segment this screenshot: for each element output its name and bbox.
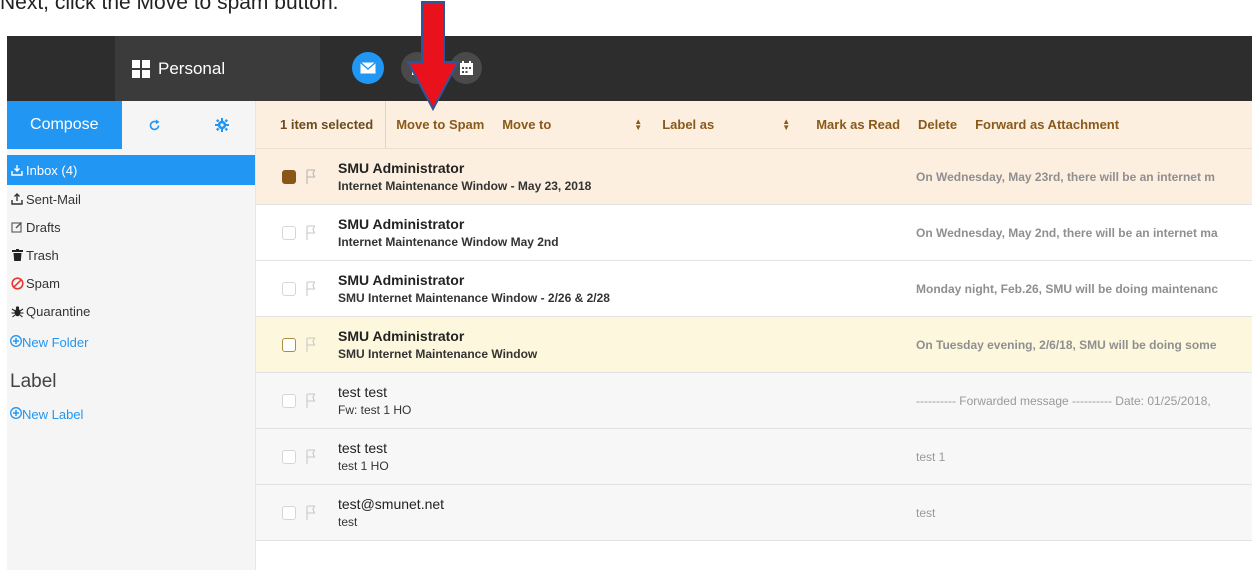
account-switcher[interactable]: Personal <box>115 36 320 101</box>
flag-icon[interactable] <box>306 505 316 521</box>
move-to-select[interactable]: Move to ▲ ▼ <box>502 101 642 149</box>
updown-arrow-icon: ▲ ▼ <box>782 116 791 132</box>
folder-drafts[interactable]: Drafts <box>7 213 255 241</box>
message-subject: Internet Maintenance Window - May 23, 20… <box>338 179 592 193</box>
delete-button[interactable]: Delete <box>900 101 957 149</box>
message-checkbox[interactable] <box>282 450 296 464</box>
message-subject: SMU Internet Maintenance Window - 2/26 &… <box>338 291 610 305</box>
label-as-label: Label as <box>662 117 715 132</box>
new-folder-label: New Folder <box>22 334 89 350</box>
sent-icon <box>10 193 24 205</box>
folder-inbox[interactable]: Inbox (4) <box>7 155 255 185</box>
account-label: Personal <box>158 58 226 78</box>
message-sender: SMU Administrator <box>338 216 465 232</box>
spam-icon <box>10 276 24 290</box>
red-arrow-annotation <box>406 1 460 112</box>
folder-label: Trash <box>26 247 59 263</box>
message-subject: test <box>338 515 358 529</box>
flag-icon[interactable] <box>306 393 316 409</box>
folder-label: Spam <box>26 275 60 291</box>
flag-icon[interactable] <box>306 225 316 241</box>
message-sender: SMU Administrator <box>338 328 465 344</box>
message-sender: SMU Administrator <box>338 272 465 288</box>
refresh-icon <box>150 119 160 130</box>
compose-button[interactable]: Compose <box>7 101 122 149</box>
message-row[interactable]: SMU Administrator Internet Maintenance W… <box>256 205 1252 261</box>
drafts-icon <box>10 221 24 233</box>
message-preview: On Wednesday, May 23rd, there will be an… <box>916 170 1215 184</box>
folder-spam[interactable]: Spam <box>7 269 255 297</box>
sidebar-toolbar: Compose <box>7 101 255 149</box>
message-list: SMU Administrator Internet Maintenance W… <box>256 149 1252 541</box>
calendar-icon <box>459 61 473 75</box>
folder-sent-mail[interactable]: Sent-Mail <box>7 185 255 213</box>
message-preview: test <box>916 506 936 520</box>
message-checkbox[interactable] <box>282 226 296 240</box>
message-row[interactable]: test@smunet.net test test <box>256 485 1252 541</box>
sidebar: Compose Inbox (4) Sent-Mail Drafts Trash… <box>7 101 256 570</box>
message-preview: On Tuesday evening, 2/6/18, SMU will be … <box>916 338 1217 352</box>
inbox-icon <box>10 164 24 176</box>
message-subject: Fw: test 1 HO <box>338 403 412 417</box>
folder-list: Inbox (4) Sent-Mail Drafts Trash Spam Qu… <box>7 149 255 429</box>
flag-icon[interactable] <box>306 337 316 353</box>
move-to-label: Move to <box>502 117 552 132</box>
folder-quarantine[interactable]: Quarantine <box>7 297 255 325</box>
message-checkbox[interactable] <box>282 170 296 184</box>
message-row[interactable]: SMU Administrator SMU Internet Maintenan… <box>256 261 1252 317</box>
message-preview: test 1 <box>916 450 946 464</box>
message-checkbox[interactable] <box>282 394 296 408</box>
message-subject: test 1 HO <box>338 459 389 473</box>
updown-arrow-icon: ▲ ▼ <box>634 116 643 132</box>
label-as-select[interactable]: Label as ▲ ▼ <box>642 101 790 149</box>
new-label-link[interactable]: New Label <box>7 399 255 429</box>
refresh-button[interactable] <box>122 101 189 149</box>
forward-as-attachment-button[interactable]: Forward as Attachment <box>957 101 1119 149</box>
folder-trash[interactable]: Trash <box>7 241 255 269</box>
message-checkbox[interactable] <box>282 338 296 352</box>
message-sender: test@smunet.net <box>338 496 445 512</box>
message-row[interactable]: test test test 1 HO test 1 <box>256 429 1252 485</box>
trash-icon <box>10 249 24 261</box>
message-sender: test test <box>338 384 388 400</box>
message-row[interactable]: SMU Administrator Internet Maintenance W… <box>256 149 1252 205</box>
new-folder-link[interactable]: New Folder <box>7 327 255 357</box>
message-row[interactable]: SMU Administrator SMU Internet Maintenan… <box>256 317 1252 373</box>
instruction-text: Next, click the Move to spam button. <box>0 0 339 14</box>
mail-app-button[interactable] <box>352 52 384 84</box>
plus-circle-icon <box>10 406 22 422</box>
flag-icon[interactable] <box>306 281 316 297</box>
folder-label: Quarantine <box>26 303 91 319</box>
message-subject: SMU Internet Maintenance Window <box>338 347 538 361</box>
label-heading: Label <box>10 371 57 392</box>
message-checkbox[interactable] <box>282 282 296 296</box>
message-row[interactable]: test test Fw: test 1 HO ---------- Forwa… <box>256 373 1252 429</box>
folder-label: Drafts <box>26 219 61 235</box>
top-bar: Personal <box>7 36 1252 101</box>
new-label-label: New Label <box>22 406 84 422</box>
message-sender: SMU Administrator <box>338 160 465 176</box>
folder-label: Inbox (4) <box>26 162 78 178</box>
message-preview: On Wednesday, May 2nd, there will be an … <box>916 226 1218 240</box>
message-checkbox[interactable] <box>282 506 296 520</box>
message-sender: test test <box>338 440 388 456</box>
message-preview: ---------- Forwarded message ---------- … <box>916 394 1211 408</box>
message-preview: Monday night, Feb.26, SMU will be doing … <box>916 282 1219 296</box>
mail-icon <box>360 62 376 74</box>
quarantine-icon <box>10 305 24 318</box>
message-subject: Internet Maintenance Window May 2nd <box>338 235 559 249</box>
folder-label: Sent-Mail <box>26 191 81 207</box>
gear-icon <box>214 118 229 132</box>
selected-count: 1 item selected <box>280 117 374 132</box>
mark-as-read-button[interactable]: Mark as Read <box>790 101 900 149</box>
flag-icon[interactable] <box>306 169 316 185</box>
windows-grid-icon <box>132 59 150 78</box>
flag-icon[interactable] <box>306 449 316 465</box>
plus-circle-icon <box>10 334 22 350</box>
settings-button[interactable] <box>188 101 255 149</box>
